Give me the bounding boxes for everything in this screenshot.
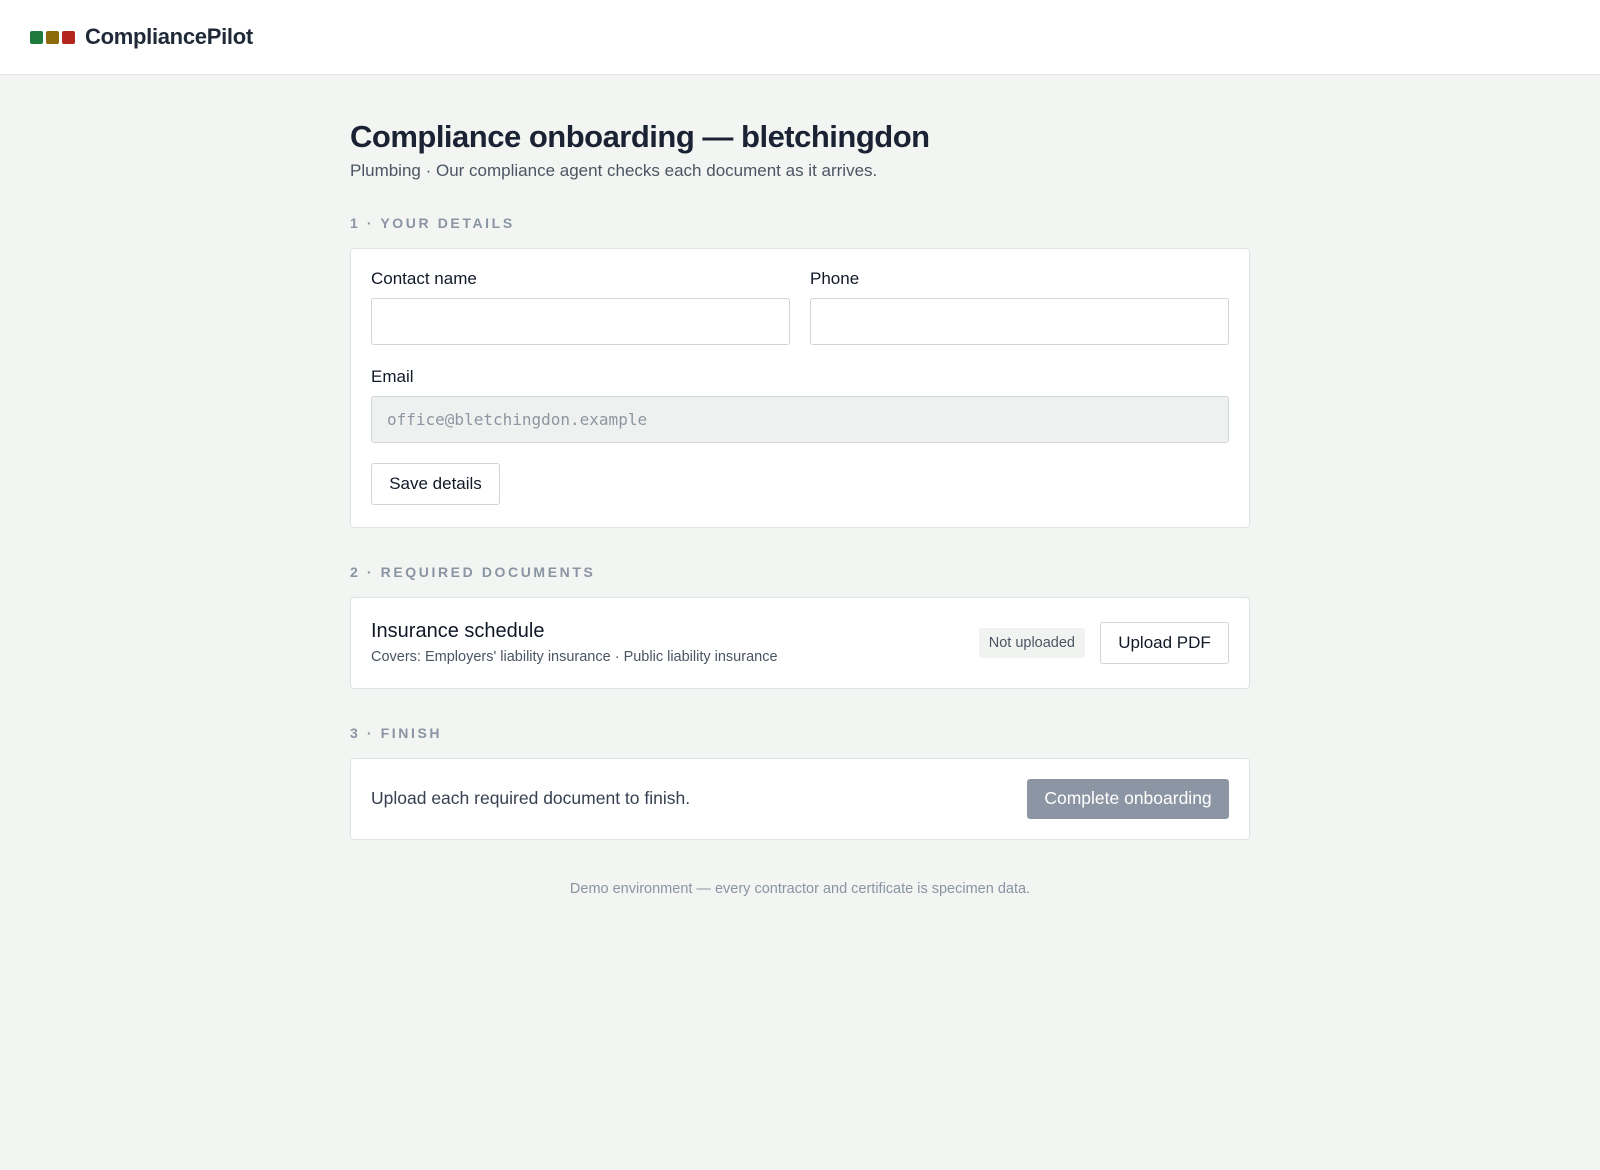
upload-pdf-button[interactable]: Upload PDF <box>1100 621 1229 664</box>
save-details-button[interactable]: Save details <box>371 462 500 505</box>
contact-phone-row: Contact name Phone <box>371 269 1229 345</box>
finish-card: Upload each required document to finish.… <box>350 757 1250 840</box>
main-content: Compliance onboarding — bletchingdon Plu… <box>350 75 1250 897</box>
contact-name-input[interactable] <box>371 297 790 345</box>
contact-name-label: Contact name <box>371 268 477 288</box>
phone-input[interactable] <box>810 297 1229 345</box>
complete-onboarding-button[interactable]: Complete onboarding <box>1027 778 1229 819</box>
logo-dot-red <box>62 30 75 44</box>
status-badge: Not uploaded <box>978 627 1085 658</box>
document-info: Insurance schedule Covers: Employers' li… <box>371 620 778 665</box>
footer-note: Demo environment — every contractor and … <box>569 880 1031 897</box>
phone-field-group: Phone <box>810 269 1229 345</box>
document-name: Insurance schedule <box>371 620 545 643</box>
page-subtitle: Plumbing · Our compliance agent checks e… <box>350 160 878 180</box>
document-actions: Not uploaded Upload PDF <box>978 621 1229 664</box>
details-card: Contact name Phone Email Save details <box>350 247 1250 528</box>
email-field-group: Email <box>371 367 1229 443</box>
logo-dot-green <box>30 30 43 44</box>
page-title: Compliance onboarding — bletchingdon <box>350 119 930 154</box>
email-input[interactable] <box>371 395 1229 443</box>
logo-icon <box>30 30 75 44</box>
section-heading-details: 1 · YOUR DETAILS <box>350 214 515 231</box>
document-row-insurance-schedule: Insurance schedule Covers: Employers' li… <box>350 596 1250 689</box>
finish-message: Upload each required document to finish. <box>371 788 691 809</box>
document-covers: Covers: Employers' liability insurance ·… <box>371 649 778 666</box>
logo-dot-amber <box>46 30 59 44</box>
phone-label: Phone <box>810 268 860 288</box>
section-heading-finish: 3 · FINISH <box>350 724 443 741</box>
brand-name: CompliancePilot <box>85 24 253 49</box>
contact-name-field-group: Contact name <box>371 269 790 345</box>
top-bar: CompliancePilot <box>0 0 1600 75</box>
email-label: Email <box>371 366 414 386</box>
section-heading-documents: 2 · REQUIRED DOCUMENTS <box>350 563 596 580</box>
